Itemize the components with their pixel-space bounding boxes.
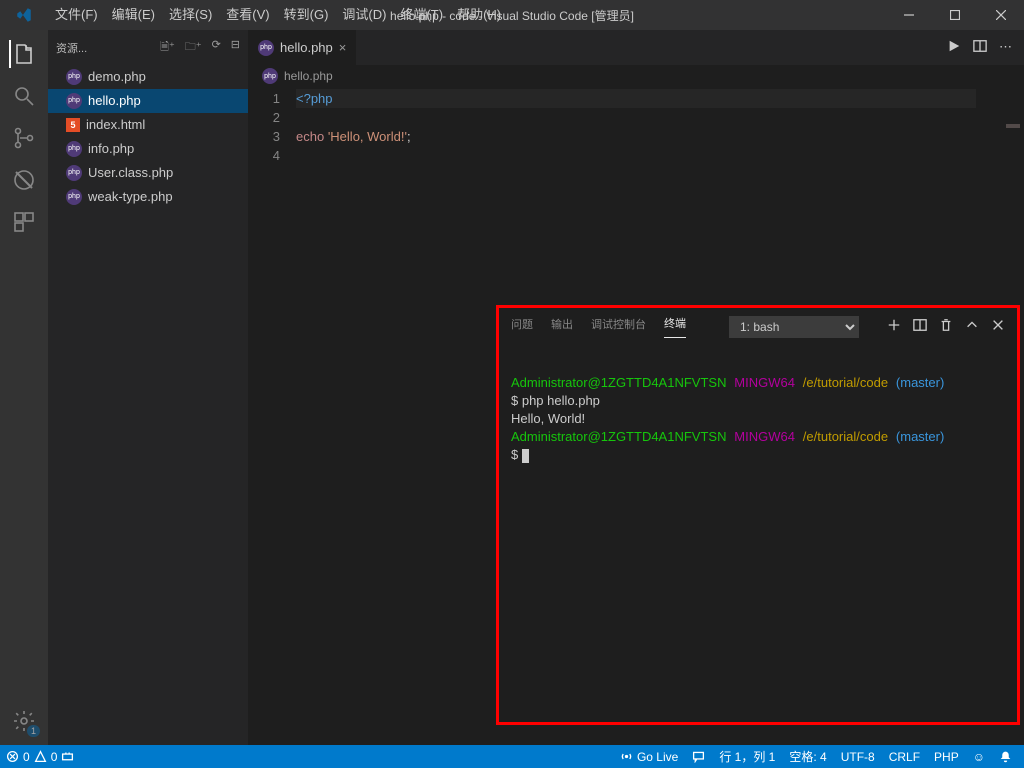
explorer-icon[interactable] — [9, 40, 37, 68]
minimap[interactable] — [1006, 124, 1020, 128]
file-item[interactable]: weak-type.php — [48, 185, 248, 209]
php-icon — [66, 141, 82, 157]
menu-go[interactable]: 转到(G) — [277, 0, 336, 30]
terminal-body[interactable]: Administrator@1ZGTTD4A1NFVTSN MINGW64 /e… — [499, 338, 1017, 472]
vscode-logo-icon — [0, 6, 48, 24]
panel-tab-debug[interactable]: 调试控制台 — [591, 316, 646, 338]
settings-gear-icon[interactable]: 1 — [10, 707, 38, 735]
code-editor[interactable]: 1234 <?php echo 'Hello, World!'; — [248, 87, 1024, 165]
php-icon — [262, 68, 278, 84]
status-feedback[interactable] — [692, 750, 705, 763]
php-icon — [66, 189, 82, 205]
editor-tabs: hello.php × ⋯ — [248, 30, 1024, 65]
panel-tab-output[interactable]: 输出 — [551, 316, 573, 338]
status-bell-icon[interactable] — [999, 750, 1012, 763]
activity-bar: 1 — [0, 30, 48, 745]
code-lines[interactable]: <?php echo 'Hello, World!'; — [296, 89, 976, 165]
more-icon[interactable]: ⋯ — [999, 39, 1012, 56]
file-label: hello.php — [88, 91, 141, 111]
explorer-header: 资源... 🗎⁺ 🗀⁺ ⟳ ⊟ — [48, 30, 248, 65]
debug-icon[interactable] — [10, 166, 38, 194]
window-controls — [886, 0, 1024, 30]
close-panel-icon[interactable] — [991, 318, 1005, 335]
php-icon — [258, 40, 274, 56]
minimize-button[interactable] — [886, 0, 932, 30]
settings-badge: 1 — [27, 725, 40, 737]
status-smile[interactable]: ☺ — [973, 750, 985, 764]
editor-actions: ⋯ — [947, 39, 1024, 56]
status-ports[interactable] — [61, 750, 74, 763]
file-item[interactable]: info.php — [48, 137, 248, 161]
status-eol[interactable]: CRLF — [889, 750, 920, 764]
terminal-panel: 问题 输出 调试控制台 终端 1: bash Administrator@1ZG… — [496, 305, 1020, 725]
new-file-icon[interactable]: 🗎⁺ — [160, 38, 175, 57]
file-item[interactable]: index.html — [48, 113, 248, 137]
line-gutter: 1234 — [248, 89, 296, 165]
file-label: weak-type.php — [88, 187, 173, 207]
source-control-icon[interactable] — [10, 124, 38, 152]
menu-bar: 文件(F) 编辑(E) 选择(S) 查看(V) 转到(G) 调试(D) 终端(T… — [48, 0, 508, 30]
kill-terminal-icon[interactable] — [939, 318, 953, 335]
panel-tabs: 问题 输出 调试控制台 终端 1: bash — [499, 308, 1017, 338]
php-icon — [66, 165, 82, 181]
status-errors[interactable]: 0 — [6, 750, 30, 764]
panel-tab-problems[interactable]: 问题 — [511, 316, 533, 338]
refresh-icon[interactable]: ⟳ — [212, 38, 221, 57]
file-label: demo.php — [88, 67, 146, 87]
menu-edit[interactable]: 编辑(E) — [105, 0, 162, 30]
split-terminal-icon[interactable] — [913, 318, 927, 335]
terminal-cursor — [522, 449, 529, 463]
menu-debug[interactable]: 调试(D) — [335, 0, 393, 30]
breadcrumb[interactable]: hello.php — [248, 65, 1024, 87]
terminal-select[interactable]: 1: bash — [729, 316, 859, 338]
status-encoding[interactable]: UTF-8 — [841, 750, 875, 764]
menu-view[interactable]: 查看(V) — [219, 0, 276, 30]
menu-file[interactable]: 文件(F) — [48, 0, 105, 30]
maximize-button[interactable] — [932, 0, 978, 30]
tab-close-icon[interactable]: × — [339, 40, 347, 55]
file-label: index.html — [86, 115, 145, 135]
status-lang[interactable]: PHP — [934, 750, 959, 764]
file-list: demo.php hello.php index.html info.php User.… — [48, 65, 248, 209]
collapse-icon[interactable]: ⊟ — [231, 38, 240, 57]
file-item[interactable]: User.class.php — [48, 161, 248, 185]
file-item[interactable]: hello.php — [48, 89, 248, 113]
new-folder-icon[interactable]: 🗀⁺ — [185, 38, 202, 57]
menu-help[interactable]: 帮助(H) — [450, 0, 508, 30]
split-icon[interactable] — [973, 39, 987, 56]
search-icon[interactable] — [10, 82, 38, 110]
explorer-title: 资源... — [56, 40, 87, 56]
html-icon — [66, 118, 80, 132]
tab-label: hello.php — [280, 40, 333, 55]
menu-terminal[interactable]: 终端(T) — [393, 0, 450, 30]
editor-area: hello.php × ⋯ hello.php 1234 <?php echo … — [248, 30, 1024, 745]
explorer-sidebar: 资源... 🗎⁺ 🗀⁺ ⟳ ⊟ demo.php hello.php index.h… — [48, 30, 248, 745]
status-lncol[interactable]: 行 1，列 1 — [719, 748, 775, 765]
file-item[interactable]: demo.php — [48, 65, 248, 89]
menu-selection[interactable]: 选择(S) — [162, 0, 219, 30]
tab-hello-php[interactable]: hello.php × — [248, 30, 357, 65]
status-golive[interactable]: Go Live — [620, 750, 678, 764]
title-bar: 文件(F) 编辑(E) 选择(S) 查看(V) 转到(G) 调试(D) 终端(T… — [0, 0, 1024, 30]
run-icon[interactable] — [947, 39, 961, 56]
close-button[interactable] — [978, 0, 1024, 30]
file-label: User.class.php — [88, 163, 173, 183]
extensions-icon[interactable] — [10, 208, 38, 236]
new-terminal-icon[interactable] — [887, 318, 901, 335]
file-label: info.php — [88, 139, 134, 159]
status-bar: 0 0 Go Live 行 1，列 1 空格: 4 UTF-8 CRLF PHP… — [0, 745, 1024, 768]
status-warnings[interactable]: 0 — [34, 750, 58, 764]
php-icon — [66, 93, 82, 109]
maximize-panel-icon[interactable] — [965, 318, 979, 335]
panel-tab-terminal[interactable]: 终端 — [664, 315, 686, 338]
status-spaces[interactable]: 空格: 4 — [789, 748, 826, 765]
php-icon — [66, 69, 82, 85]
breadcrumb-file: hello.php — [284, 69, 333, 83]
